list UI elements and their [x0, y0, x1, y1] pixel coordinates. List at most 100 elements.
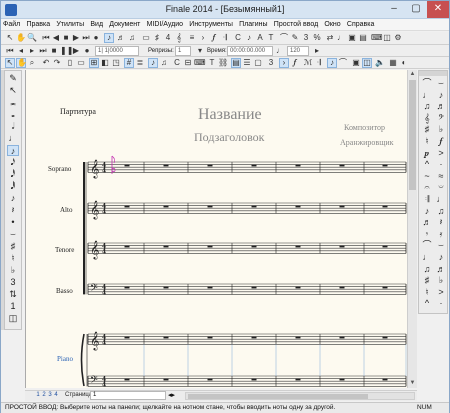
- page-tab-4[interactable]: 4: [53, 392, 59, 398]
- speedy-entry-tool-icon[interactable]: ♬: [116, 33, 126, 43]
- slur-icon[interactable]: ⌒: [338, 58, 348, 68]
- scroll-down-icon[interactable]: ▼: [408, 379, 417, 388]
- natural-icon[interactable]: ♮: [421, 136, 433, 147]
- tempo-arrow-icon[interactable]: ▸: [312, 46, 322, 56]
- menu-window[interactable]: Окно: [322, 19, 342, 31]
- page-number-field[interactable]: 1: [90, 391, 166, 400]
- bass-clef-icon[interactable]: 𝄢: [435, 113, 447, 124]
- sixteenth-b-icon[interactable]: ♬: [421, 217, 433, 228]
- natural-b-icon[interactable]: ♮: [421, 287, 433, 298]
- sixteenth-icon[interactable]: ♬: [435, 101, 447, 112]
- menu-edit[interactable]: Правка: [24, 19, 52, 31]
- natural-icon[interactable]: ♮: [7, 253, 19, 264]
- tremolo-icon[interactable]: ≈: [435, 171, 447, 182]
- menu-tools[interactable]: Инструменты: [187, 19, 235, 31]
- step-forward-icon[interactable]: ▸: [27, 46, 37, 56]
- staff-name-alto[interactable]: Alto: [60, 206, 72, 214]
- rewind-icon[interactable]: ⏮: [41, 33, 51, 43]
- marcato-icon[interactable]: ^: [421, 159, 433, 170]
- half-note-icon[interactable]: 𝅗𝅥: [7, 121, 19, 132]
- text-icon[interactable]: T: [207, 58, 217, 68]
- measure-counter-field[interactable]: 1| 1|0000: [95, 46, 139, 56]
- tie-icon[interactable]: ⌣: [7, 229, 19, 240]
- eighth-b-icon[interactable]: ♪: [421, 206, 433, 217]
- ossia-tool-icon[interactable]: ◫: [382, 33, 392, 43]
- measure-numbers-icon[interactable]: #: [124, 58, 134, 68]
- expression-icon[interactable]: ℳ: [303, 58, 313, 68]
- voice-icon[interactable]: 1: [7, 301, 19, 312]
- page-layout-icon[interactable]: ▤: [231, 58, 241, 68]
- scroll-up-icon[interactable]: ▲: [408, 70, 417, 79]
- sixteenth-rest-icon[interactable]: 𝄿: [435, 229, 447, 240]
- tuplet-icon[interactable]: 3: [266, 58, 276, 68]
- repeat-tool-icon[interactable]: 𝄇: [220, 33, 230, 43]
- note-mover-tool-icon[interactable]: ♩: [336, 33, 346, 43]
- graphics-tool-icon[interactable]: ▣: [347, 33, 357, 43]
- accent-b-icon[interactable]: >: [435, 287, 447, 298]
- fermata-icon[interactable]: 𝄐: [421, 182, 433, 193]
- trill-icon[interactable]: ~: [421, 171, 433, 182]
- vertical-scroll-thumb[interactable]: [409, 80, 416, 190]
- magnifier-icon[interactable]: ⌕: [27, 58, 37, 68]
- page-next-icon[interactable]: ◂▸: [168, 391, 175, 400]
- tuplet-palette-icon[interactable]: 3: [7, 277, 19, 288]
- systems-icon[interactable]: ☰: [242, 58, 252, 68]
- chord-symbol-icon[interactable]: C: [172, 58, 182, 68]
- thirty-second-note-icon[interactable]: 𝅘𝅥𝅰: [7, 169, 19, 180]
- time-field[interactable]: 00:00:00.000: [227, 46, 273, 56]
- beamed-icon[interactable]: ♫: [421, 101, 433, 112]
- page-layout-tool-icon[interactable]: ▤: [358, 33, 368, 43]
- scroll-tool-icon[interactable]: ✋: [16, 33, 26, 43]
- quarter-rest-icon[interactable]: 𝄽: [435, 217, 447, 228]
- quarter-icon[interactable]: ♩: [421, 90, 433, 101]
- record-icon[interactable]: ●: [91, 33, 101, 43]
- link-icon[interactable]: ⛓: [218, 58, 228, 68]
- sixty-fourth-note-icon[interactable]: 𝅘𝅥𝅱: [7, 181, 19, 192]
- rest-icon[interactable]: 𝄽: [7, 205, 19, 216]
- eighth-icon[interactable]: ♪: [435, 90, 447, 101]
- graphic-icon[interactable]: ▣: [351, 58, 361, 68]
- ossia-icon[interactable]: ◫: [362, 58, 372, 68]
- tie-icon[interactable]: ⌣: [435, 78, 447, 89]
- frame-icon[interactable]: ▢: [253, 58, 263, 68]
- scroll-view-icon[interactable]: ▭: [76, 58, 86, 68]
- beamed-b-icon[interactable]: ♫: [435, 206, 447, 217]
- fermata-down-icon[interactable]: 𝄑: [435, 182, 447, 193]
- quarter-b-icon[interactable]: ♩: [435, 194, 447, 205]
- dropdown-chevron-icon[interactable]: ▾: [195, 46, 205, 56]
- rewind-to-start-icon[interactable]: ⏮: [5, 46, 15, 56]
- tools-palette-icon[interactable]: ▦: [388, 58, 398, 68]
- horizontal-scroll-thumb[interactable]: [188, 394, 368, 399]
- flip-icon[interactable]: ⇅: [7, 289, 19, 300]
- stop-playback-icon[interactable]: ■: [49, 46, 59, 56]
- eighth-note-icon[interactable]: ♪: [7, 145, 19, 156]
- articulation-icon[interactable]: ›: [279, 58, 289, 68]
- record-playback-icon[interactable]: ●: [82, 46, 92, 56]
- staccato-icon[interactable]: ·: [435, 159, 447, 170]
- play-icon[interactable]: ▶: [71, 33, 81, 43]
- sharp-icon[interactable]: ♯: [421, 124, 433, 135]
- eraser-icon[interactable]: ✎: [7, 73, 19, 84]
- measure-tool-icon[interactable]: ▭: [141, 33, 151, 43]
- layers-icon[interactable]: ◧: [100, 58, 110, 68]
- text-block-tool-icon[interactable]: T: [266, 33, 276, 43]
- grid-view-icon[interactable]: ⊞: [89, 58, 99, 68]
- hand-grabber-icon[interactable]: ✋: [16, 58, 27, 68]
- selection-tool-icon[interactable]: ↖: [5, 33, 15, 43]
- pause-icon[interactable]: ❚❚: [60, 46, 73, 56]
- tie-b-icon[interactable]: ⌣: [435, 240, 447, 251]
- double-whole-note-icon[interactable]: 𝅜: [7, 97, 19, 108]
- beam-icon[interactable]: ♫: [159, 58, 169, 68]
- maximize-button[interactable]: ▢: [405, 1, 427, 18]
- step-back-icon[interactable]: ◂: [16, 46, 26, 56]
- menu-simple-entry[interactable]: Простой ввод: [272, 19, 320, 31]
- lyric-icon[interactable]: ♪: [327, 58, 337, 68]
- back-icon[interactable]: ◀: [51, 33, 61, 43]
- staccato-b-icon[interactable]: ·: [435, 298, 447, 309]
- text-tool-icon[interactable]: A: [255, 33, 265, 43]
- hyperscribe-tool-icon[interactable]: ♫: [127, 33, 137, 43]
- mirror-tool-icon[interactable]: ⇄: [325, 33, 335, 43]
- layer-icon[interactable]: ◫: [7, 313, 19, 324]
- menu-view[interactable]: Вид: [88, 19, 105, 31]
- marcato-b-icon[interactable]: ^: [421, 298, 433, 309]
